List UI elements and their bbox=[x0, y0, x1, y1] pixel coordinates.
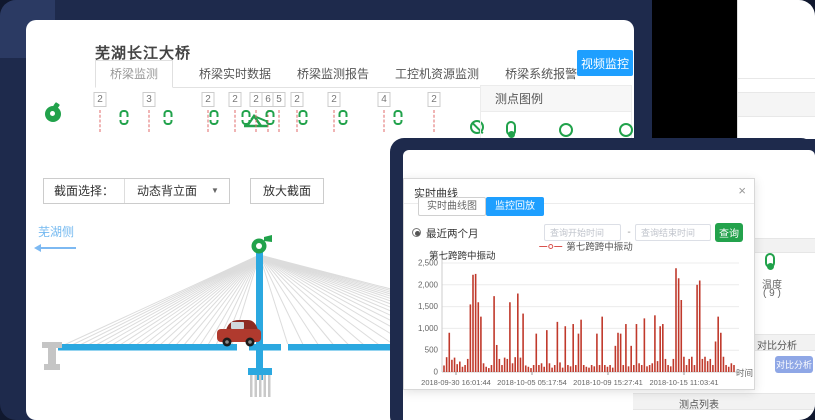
temperature-count: ( 9 ) bbox=[763, 288, 781, 299]
sensor-dashed-line bbox=[334, 110, 335, 132]
sensor-count-badge: 4 bbox=[378, 92, 391, 107]
realtime-curve-dialog: 实时曲线 × 实时曲线图 监控回放 最近两个月 - 查询 第七跨跨中振动 第七跨… bbox=[403, 178, 755, 390]
query-end-time-input[interactable] bbox=[635, 224, 711, 241]
chart-title: 第七跨跨中振动 bbox=[429, 248, 496, 262]
recent-two-months-label: 最近两个月 bbox=[426, 226, 479, 241]
compare-analysis-header: 对比分析 bbox=[757, 337, 797, 352]
legend-panel-title: 测点图例 bbox=[481, 86, 631, 112]
sensor-dashed-line bbox=[297, 110, 298, 132]
chart-canvas: 05001,0001,5002,0002,5002018-09-30 16:01… bbox=[404, 245, 756, 391]
point-list-header-bar bbox=[633, 393, 815, 410]
sensor-dashed-line bbox=[256, 110, 257, 132]
chain-sensor-icon[interactable] bbox=[164, 110, 173, 125]
recent-two-months-radio[interactable] bbox=[412, 228, 421, 237]
stage: 芜湖长江大桥 视频监控 桥梁监测桥梁实时数据桥梁监测报告工控机资源监测桥梁系统报… bbox=[0, 0, 815, 420]
main-tab-0[interactable]: 桥梁监测 bbox=[95, 60, 173, 88]
enlarge-section-button[interactable]: 放大截面 bbox=[250, 178, 324, 204]
modal-page: 温度 ( 9 ) 对比分析 对比分析 测点列表 实时曲线 × 实时曲线图 监控回… bbox=[403, 150, 815, 420]
section-select-dropdown[interactable]: 动态背立面 ▼ bbox=[124, 179, 229, 203]
modal-window: 温度 ( 9 ) 对比分析 对比分析 测点列表 实时曲线 × 实时曲线图 监控回… bbox=[390, 138, 815, 420]
main-tab-2[interactable]: 桥梁监测报告 bbox=[297, 61, 369, 87]
bridge-tower bbox=[256, 252, 263, 380]
section-select-value: 动态背立面 bbox=[137, 179, 197, 203]
tower-sensor-icon[interactable] bbox=[252, 235, 273, 254]
bridge-piles bbox=[250, 375, 271, 397]
svg-text:0: 0 bbox=[434, 368, 439, 377]
section-select-label: 截面选择： bbox=[44, 179, 124, 203]
tab-monitor-playback[interactable]: 监控回放 bbox=[486, 197, 544, 216]
circle-legend-icon bbox=[619, 123, 633, 137]
chain-sensor-icon[interactable] bbox=[299, 110, 308, 125]
svg-text:2018-10-09 15:27:41: 2018-10-09 15:27:41 bbox=[573, 378, 643, 387]
svg-text:1,500: 1,500 bbox=[418, 302, 439, 311]
close-icon[interactable]: × bbox=[738, 183, 746, 198]
sensor-count-badge: 2 bbox=[229, 92, 242, 107]
right-panel-header-bar bbox=[755, 238, 815, 253]
thermometer-legend-icon bbox=[506, 121, 516, 136]
svg-text:1,000: 1,000 bbox=[418, 324, 439, 333]
chain-sensor-icon[interactable] bbox=[210, 110, 219, 125]
section-select-group: 截面选择： 动态背立面 ▼ bbox=[43, 178, 230, 204]
sensor-dashed-line bbox=[235, 110, 236, 132]
chain-sensor-icon[interactable] bbox=[242, 110, 251, 125]
thermometer-icon bbox=[765, 253, 775, 268]
section-toolbar: 截面选择： 动态背立面 ▼ 放大截面 bbox=[43, 178, 324, 204]
chain-sensor-icon[interactable] bbox=[266, 110, 275, 125]
sensor-count-badge: 2 bbox=[202, 92, 215, 107]
svg-text:500: 500 bbox=[425, 346, 439, 355]
main-tab-bar: 桥梁监测桥梁实时数据桥梁监测报告工控机资源监测桥梁系统报警 bbox=[95, 60, 614, 88]
sensor-dashed-line bbox=[384, 110, 385, 132]
sensor-dashed-line bbox=[279, 110, 280, 132]
sensor-count-badge: 2 bbox=[328, 92, 341, 107]
black-panel bbox=[652, 0, 737, 139]
sensor-count-badge: 2 bbox=[291, 92, 304, 107]
chain-sensor-icon[interactable] bbox=[339, 110, 348, 125]
chain-sensor-icon[interactable] bbox=[120, 110, 129, 125]
compare-analysis-button[interactable]: 对比分析 bbox=[775, 356, 813, 373]
chevron-down-icon: ▼ bbox=[211, 179, 219, 203]
point-list-header: 测点列表 bbox=[679, 396, 719, 411]
svg-text:2018-10-05 05:17:54: 2018-10-05 05:17:54 bbox=[497, 378, 567, 387]
main-tab-1[interactable]: 桥梁实时数据 bbox=[199, 61, 271, 87]
chain-sensor-icon[interactable] bbox=[394, 110, 403, 125]
sensor-count-badge: 5 bbox=[273, 92, 286, 107]
right-page-fragment bbox=[737, 0, 815, 139]
main-tab-3[interactable]: 工控机资源监测 bbox=[395, 61, 479, 87]
tab-realtime-curve[interactable]: 实时曲线图 bbox=[418, 197, 486, 216]
sensor-dashed-line bbox=[149, 110, 150, 132]
sensor-count-badge: 2 bbox=[94, 92, 107, 107]
sensor-count-badge: 2 bbox=[428, 92, 441, 107]
svg-text:2018-09-30 16:01:44: 2018-09-30 16:01:44 bbox=[421, 378, 491, 387]
sensor-count-badge: 3 bbox=[143, 92, 156, 107]
stopwatch-sensor-icon[interactable] bbox=[45, 106, 61, 122]
car bbox=[217, 320, 261, 347]
query-button[interactable]: 查询 bbox=[715, 223, 743, 242]
left-pier bbox=[42, 342, 62, 370]
circle-legend-icon bbox=[559, 123, 573, 137]
sensor-dashed-line bbox=[208, 110, 209, 132]
svg-text:2,000: 2,000 bbox=[418, 280, 439, 289]
main-tab-4[interactable]: 桥梁系统报警 bbox=[505, 61, 577, 87]
sensor-dashed-line bbox=[434, 110, 435, 132]
svg-text:2018-10-15 11:03:41: 2018-10-15 11:03:41 bbox=[649, 378, 718, 387]
sensor-dashed-line bbox=[100, 110, 101, 132]
svg-text:时间: 时间 bbox=[736, 368, 753, 378]
